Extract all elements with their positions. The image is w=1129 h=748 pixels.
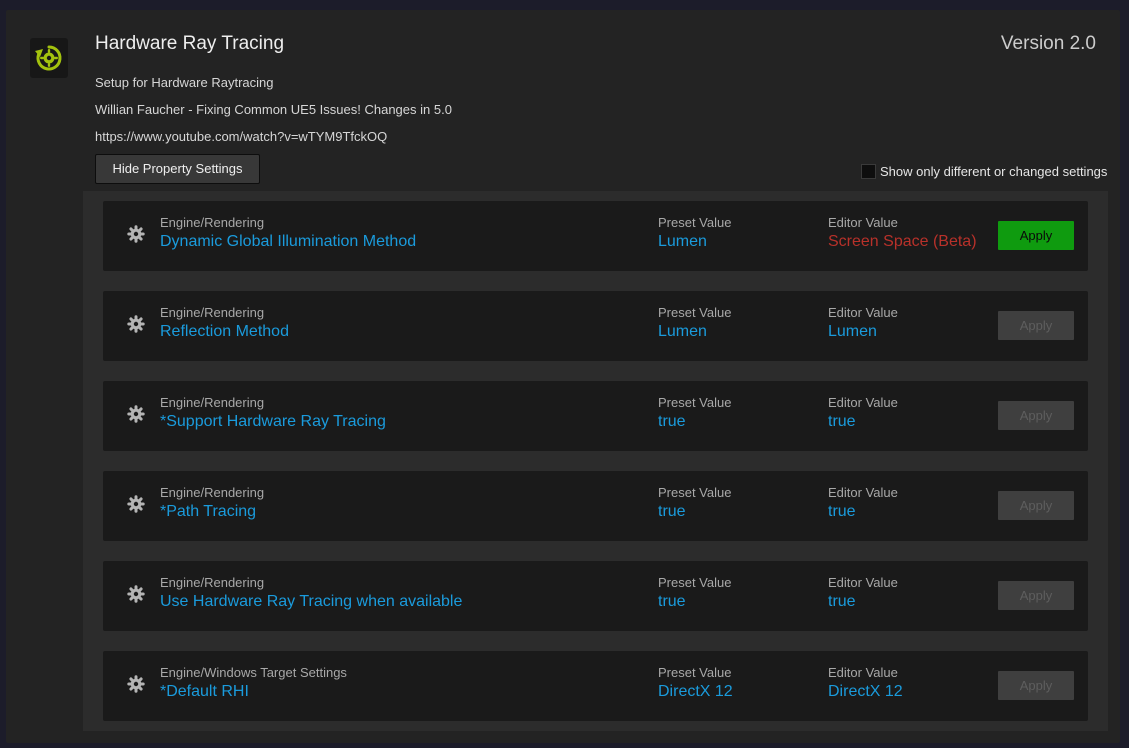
setting-category: Engine/Rendering xyxy=(160,575,265,590)
setting-row: Engine/Rendering *Path Tracing Preset Va… xyxy=(103,471,1088,541)
changed-settings-filter[interactable]: Show only different or changed settings xyxy=(861,162,1107,180)
preset-value-label: Preset Value xyxy=(658,485,732,500)
page-title: Hardware Ray Tracing xyxy=(95,33,285,54)
preset-panel: Hardware Ray Tracing Version 2.0 Setup f… xyxy=(6,10,1120,743)
editor-value-label: Editor Value xyxy=(828,395,898,410)
preset-value: true xyxy=(658,593,686,610)
filter-checkbox[interactable] xyxy=(861,163,876,179)
hide-property-settings-button[interactable]: Hide Property Settings xyxy=(95,154,260,184)
editor-value-label: Editor Value xyxy=(828,485,898,500)
gear-icon[interactable] xyxy=(127,675,145,693)
preset-value: Lumen xyxy=(658,323,707,340)
setting-name: Reflection Method xyxy=(160,323,289,340)
gear-icon[interactable] xyxy=(127,495,145,513)
setting-name: *Path Tracing xyxy=(160,503,257,520)
editor-value-label: Editor Value xyxy=(828,665,898,680)
preset-value-label: Preset Value xyxy=(658,305,732,320)
gear-icon[interactable] xyxy=(127,405,145,423)
setting-category: Engine/Windows Target Settings xyxy=(160,665,347,680)
preset-logo xyxy=(30,38,68,78)
setting-row: Engine/Rendering Use Hardware Ray Tracin… xyxy=(103,561,1088,631)
apply-button[interactable]: Apply xyxy=(998,581,1074,610)
editor-value: Screen Space (Beta) xyxy=(828,233,977,250)
settings-list: Engine/Rendering Dynamic Global Illumina… xyxy=(83,191,1108,731)
setting-row: Engine/Rendering *Support Hardware Ray T… xyxy=(103,381,1088,451)
version-label: Version 2.0 xyxy=(1000,33,1096,54)
gear-icon[interactable] xyxy=(127,315,145,333)
setting-name: Use Hardware Ray Tracing when available xyxy=(160,593,463,610)
preset-reference: Willian Faucher - Fixing Common UE5 Issu… xyxy=(95,102,452,117)
setting-name: *Support Hardware Ray Tracing xyxy=(160,413,386,430)
preset-value: Lumen xyxy=(658,233,707,250)
setting-category: Engine/Rendering xyxy=(160,305,265,320)
setting-row: Engine/Windows Target Settings *Default … xyxy=(103,651,1088,721)
filter-label: Show only different or changed settings xyxy=(880,163,1108,179)
preset-value-label: Preset Value xyxy=(658,575,732,590)
preset-description: Setup for Hardware Raytracing xyxy=(95,75,274,90)
preset-value-label: Preset Value xyxy=(658,665,732,680)
setting-row: Engine/Rendering Dynamic Global Illumina… xyxy=(103,201,1088,271)
editor-value: DirectX 12 xyxy=(828,683,903,700)
editor-value-label: Editor Value xyxy=(828,305,898,320)
apply-button[interactable]: Apply xyxy=(998,671,1074,700)
preset-value: true xyxy=(658,413,686,430)
editor-value: true xyxy=(828,593,856,610)
apply-button[interactable]: Apply xyxy=(998,311,1074,340)
editor-value: true xyxy=(828,503,856,520)
apply-button[interactable]: Apply xyxy=(998,221,1074,250)
apply-button[interactable]: Apply xyxy=(998,491,1074,520)
preset-value: true xyxy=(658,503,686,520)
setting-name: *Default RHI xyxy=(160,683,249,700)
apply-button[interactable]: Apply xyxy=(998,401,1074,430)
editor-value: Lumen xyxy=(828,323,877,340)
setting-row: Engine/Rendering Reflection Method Prese… xyxy=(103,291,1088,361)
editor-value-label: Editor Value xyxy=(828,215,898,230)
preset-url[interactable]: https://www.youtube.com/watch?v=wTYM9Tfc… xyxy=(95,129,387,144)
preset-value: DirectX 12 xyxy=(658,683,733,700)
preset-value-label: Preset Value xyxy=(658,215,732,230)
gear-icon[interactable] xyxy=(127,225,145,243)
gear-icon[interactable] xyxy=(127,585,145,603)
editor-value-label: Editor Value xyxy=(828,575,898,590)
setting-category: Engine/Rendering xyxy=(160,395,265,410)
setting-category: Engine/Rendering xyxy=(160,215,265,230)
editor-value: true xyxy=(828,413,856,430)
preset-value-label: Preset Value xyxy=(658,395,732,410)
setting-category: Engine/Rendering xyxy=(160,485,265,500)
setting-name: Dynamic Global Illumination Method xyxy=(160,233,417,250)
settings-reset-icon xyxy=(35,45,62,71)
